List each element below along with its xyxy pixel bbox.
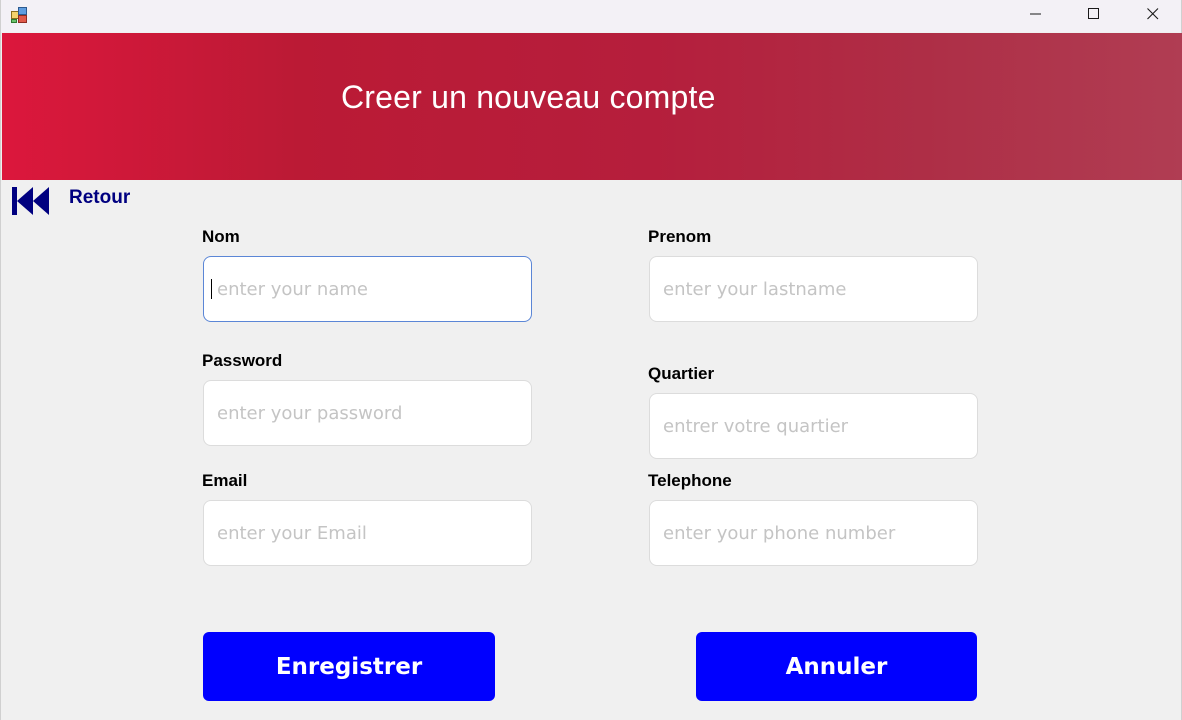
- telephone-input[interactable]: [649, 500, 978, 566]
- maximize-button[interactable]: [1065, 0, 1123, 32]
- quartier-input[interactable]: [649, 393, 978, 459]
- email-label: Email: [202, 471, 248, 490]
- back-link[interactable]: Retour: [69, 187, 130, 209]
- title-bar: [1, 0, 1181, 32]
- minimize-icon: [1030, 7, 1042, 25]
- nom-input[interactable]: [203, 256, 532, 322]
- quartier-label: Quartier: [648, 364, 715, 383]
- prenom-input[interactable]: [649, 256, 978, 322]
- close-icon: [1147, 7, 1159, 25]
- skip-back-icon[interactable]: [11, 185, 49, 217]
- minimize-button[interactable]: [1007, 0, 1065, 32]
- nom-label: Nom: [202, 227, 240, 246]
- email-input[interactable]: [203, 500, 532, 566]
- cancel-button[interactable]: Annuler: [696, 632, 977, 701]
- save-button[interactable]: Enregistrer: [203, 632, 495, 701]
- close-button[interactable]: [1124, 0, 1182, 32]
- create-account-window: Creer un nouveau compte Retour Nom Preno…: [0, 0, 1182, 720]
- maximize-icon: [1088, 7, 1100, 25]
- telephone-label: Telephone: [648, 471, 732, 490]
- password-label: Password: [202, 351, 283, 370]
- page-title: Creer un nouveau compte: [341, 79, 716, 115]
- prenom-label: Prenom: [648, 227, 712, 246]
- password-input[interactable]: [203, 380, 532, 446]
- text-caret: [211, 279, 212, 299]
- app-icon: [11, 7, 28, 23]
- header-banner: Creer un nouveau compte: [2, 33, 1182, 180]
